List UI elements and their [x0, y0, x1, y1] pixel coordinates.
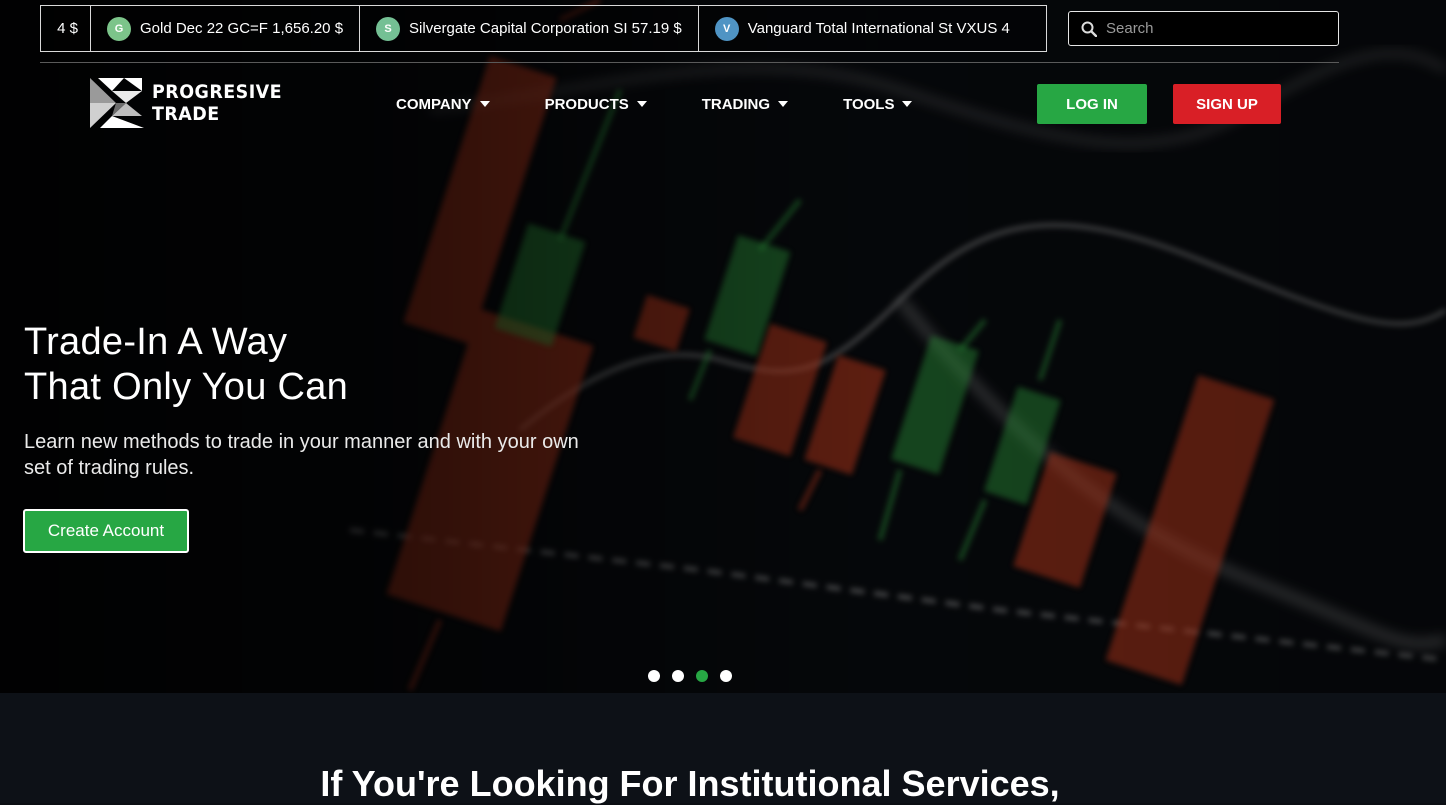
ticker-item[interactable]: V Vanguard Total International St VXUS 4	[699, 6, 1010, 51]
search-input[interactable]	[1106, 20, 1326, 37]
search-icon	[1081, 21, 1097, 37]
vanguard-icon: V	[714, 16, 739, 41]
ticker-item-text: Vanguard Total International St VXUS 4	[747, 20, 1010, 37]
caret-down-icon	[636, 101, 647, 107]
carousel-dot-active[interactable]	[696, 670, 708, 682]
ticker-item[interactable]: 4 $	[41, 6, 91, 51]
ticker-item-text: 4 $	[57, 20, 78, 37]
caret-down-icon	[778, 101, 789, 107]
carousel-dot[interactable]	[648, 670, 660, 682]
hero-title-line2: That Only You Can	[24, 366, 349, 408]
carousel-dot[interactable]	[720, 670, 732, 682]
logo-line1: PROGRESIVE	[152, 81, 283, 103]
nav-label: TOOLS	[843, 95, 895, 113]
header-divider	[40, 62, 1339, 63]
ticker-item[interactable]: G Gold Dec 22 GC=F 1,656.20 $	[91, 6, 361, 51]
main-nav: COMPANY PRODUCTS TRADING TOOLS	[396, 92, 967, 116]
ticker-item-text: Gold Dec 22 GC=F 1,656.20 $	[140, 20, 344, 37]
hero-subtitle-line1: Learn new methods to trade in your manne…	[24, 431, 579, 453]
hero-title-line1: Trade-In A Way	[24, 321, 288, 363]
site-logo[interactable]: PROGRESIVE TRADE	[90, 78, 293, 128]
carousel-dot[interactable]	[672, 670, 684, 682]
signup-button[interactable]: SIGN UP	[1173, 84, 1281, 124]
nav-label: COMPANY	[396, 95, 472, 113]
logo-mark-icon	[90, 78, 144, 128]
logo-text: PROGRESIVE TRADE	[152, 81, 282, 125]
create-account-button[interactable]: Create Account	[23, 509, 189, 553]
ticker-item-text: Silvergate Capital Corporation SI 57.19 …	[409, 20, 682, 37]
nav-label: PRODUCTS	[544, 95, 629, 113]
gold-icon: G	[107, 16, 131, 41]
silvergate-icon: S	[376, 16, 401, 41]
stock-ticker: 4 $ G Gold Dec 22 GC=F 1,656.20 $ S Silv…	[40, 5, 1047, 52]
hero-subtitle: Learn new methods to trade in your manne…	[24, 429, 644, 481]
search-box	[1068, 11, 1339, 46]
caret-down-icon	[479, 101, 490, 107]
nav-trading[interactable]: TRADING	[701, 92, 789, 116]
nav-tools[interactable]: TOOLS	[843, 92, 913, 116]
section-title: If You're Looking For Institutional Serv…	[320, 763, 1060, 804]
hero-title: Trade-In A Way That Only You Can	[24, 320, 348, 410]
carousel-indicators	[648, 670, 744, 682]
caret-down-icon	[902, 101, 913, 107]
login-button[interactable]: LOG IN	[1037, 84, 1147, 124]
nav-company[interactable]: COMPANY	[396, 92, 490, 116]
ticker-item[interactable]: S Silvergate Capital Corporation SI 57.1…	[360, 6, 699, 51]
nav-label: TRADING	[701, 95, 771, 113]
hero-subtitle-line2: set of trading rules.	[24, 457, 195, 479]
logo-line2: TRADE	[152, 103, 220, 125]
nav-products[interactable]: PRODUCTS	[545, 92, 647, 116]
